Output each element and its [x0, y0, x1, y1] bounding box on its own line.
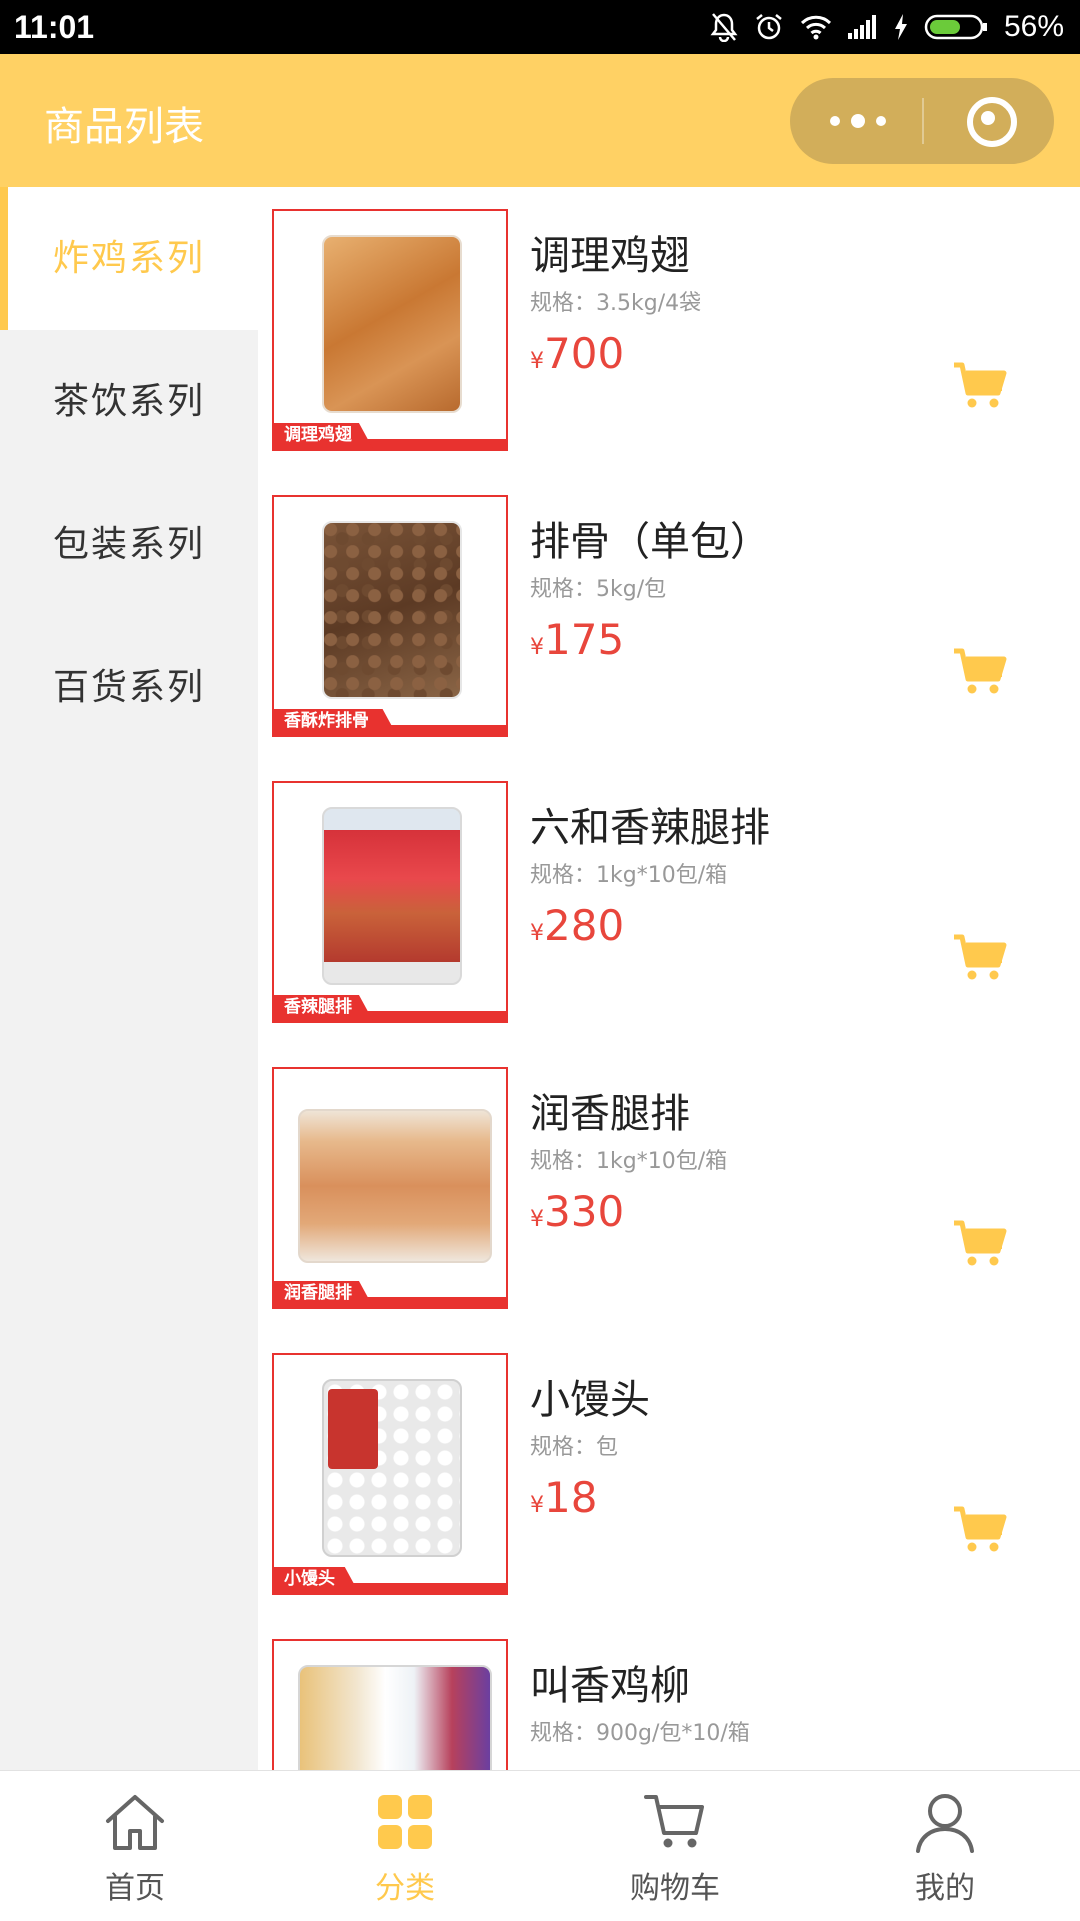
- tab-label: 购物车: [630, 1871, 720, 1906]
- tab-bar: 首页 分类 购物车 我的: [0, 1770, 1080, 1921]
- tab-label: 我的: [915, 1871, 975, 1906]
- currency-symbol: ¥: [530, 1493, 544, 1518]
- product-spec: 规格：5kg/包: [530, 577, 667, 602]
- product-tag: 香辣腿排: [284, 997, 352, 1017]
- tab-label: 首页: [105, 1871, 165, 1906]
- product-package-image: [298, 1109, 492, 1263]
- tab-category[interactable]: 分类: [270, 1771, 540, 1921]
- product-image[interactable]: [272, 1639, 508, 1770]
- home-icon: [106, 1795, 164, 1850]
- tab-profile[interactable]: 我的: [810, 1771, 1080, 1921]
- product-image[interactable]: 调理鸡翅: [272, 209, 508, 451]
- product-tag: 润香腿排: [284, 1283, 352, 1303]
- tab-cart[interactable]: 购物车: [540, 1771, 810, 1921]
- product-image[interactable]: 香酥炸排骨: [272, 495, 508, 737]
- cart-icon: [644, 1795, 704, 1848]
- price-value: 175: [544, 615, 625, 664]
- wifi-icon: [800, 15, 832, 40]
- target-dot: [981, 111, 995, 125]
- tab-label: 分类: [375, 1871, 435, 1906]
- sidebar-item-tea-drinks[interactable]: 茶饮系列: [0, 330, 258, 473]
- add-to-cart-icon[interactable]: [952, 647, 1008, 697]
- status-bar: 11:01 56%: [0, 0, 1080, 54]
- capsule-menu: [790, 78, 1054, 164]
- product-card[interactable]: 香辣腿排 六和香辣腿排 规格：1kg*10包/箱 ¥280: [258, 759, 1080, 1045]
- battery-icon: [924, 14, 987, 40]
- more-dot-icon: [851, 114, 865, 128]
- product-name[interactable]: 叫香鸡柳: [530, 1653, 690, 1711]
- currency-symbol: ¥: [530, 1207, 544, 1232]
- mute-bell-icon: [710, 13, 738, 42]
- add-to-cart-icon[interactable]: [952, 1219, 1008, 1269]
- product-image[interactable]: 小馒头: [272, 1353, 508, 1595]
- product-spec: 规格：3.5kg/4袋: [530, 291, 702, 316]
- category-sidebar: 炸鸡系列 茶饮系列 包装系列 百货系列: [0, 187, 258, 1770]
- category-icon: [378, 1795, 432, 1849]
- price-value: 280: [544, 901, 625, 950]
- product-package-image: [322, 235, 462, 413]
- more-button[interactable]: [790, 78, 922, 164]
- product-price: ¥330: [530, 1187, 624, 1236]
- product-name[interactable]: 六和香辣腿排: [530, 795, 770, 853]
- product-card[interactable]: 润香腿排 润香腿排 规格：1kg*10包/箱 ¥330: [258, 1045, 1080, 1331]
- product-name[interactable]: 调理鸡翅: [530, 223, 690, 281]
- product-label-image: [328, 1389, 378, 1469]
- add-to-cart-icon[interactable]: [952, 933, 1008, 983]
- product-name[interactable]: 排骨（单包）: [530, 509, 770, 567]
- product-spec: 规格：900g/包*10/箱: [530, 1721, 750, 1746]
- close-miniprogram-button[interactable]: [924, 78, 1054, 164]
- product-spec: 规格：包: [530, 1435, 619, 1460]
- product-name[interactable]: 小馒头: [530, 1367, 650, 1425]
- product-name[interactable]: 润香腿排: [530, 1081, 690, 1139]
- sidebar-item-fried-chicken[interactable]: 炸鸡系列: [0, 187, 258, 330]
- more-dot-icon: [830, 116, 840, 126]
- price-value: 330: [544, 1187, 625, 1236]
- product-card[interactable]: 调理鸡翅 调理鸡翅 规格：3.5kg/4袋 ¥700: [258, 187, 1080, 473]
- signal-icon: [847, 15, 876, 39]
- currency-symbol: ¥: [530, 635, 544, 660]
- product-tag: 小馒头: [284, 1569, 335, 1589]
- sidebar-item-general-goods[interactable]: 百货系列: [0, 616, 258, 759]
- product-card[interactable]: 小馒头 小馒头 规格：包 ¥18: [258, 1331, 1080, 1617]
- product-package-image: [322, 807, 462, 985]
- currency-symbol: ¥: [530, 921, 544, 946]
- page-title: 商品列表: [44, 104, 204, 150]
- product-image[interactable]: 香辣腿排: [272, 781, 508, 1023]
- price-value: 18: [544, 1473, 598, 1522]
- more-dot-icon: [876, 116, 886, 126]
- status-icons: 56%: [710, 10, 1064, 44]
- price-value: 700: [544, 329, 625, 378]
- product-package-image: [322, 521, 462, 699]
- product-tag: 香酥炸排骨: [284, 711, 369, 731]
- product-price: ¥18: [530, 1473, 597, 1522]
- battery-percent: 56%: [1003, 10, 1064, 43]
- sidebar-item-packaging[interactable]: 包装系列: [0, 473, 258, 616]
- product-card[interactable]: 香酥炸排骨 排骨（单包） 规格：5kg/包 ¥175: [258, 473, 1080, 759]
- product-package-image: [298, 1665, 492, 1770]
- navigation-bar: 商品列表: [0, 54, 1080, 187]
- status-time: 11:01: [14, 8, 95, 45]
- charging-icon: [894, 14, 907, 40]
- product-price: ¥700: [530, 329, 624, 378]
- product-tag: 调理鸡翅: [284, 425, 352, 445]
- product-spec: 规格：1kg*10包/箱: [530, 863, 728, 888]
- product-price: ¥175: [530, 615, 624, 664]
- user-icon: [916, 1794, 974, 1853]
- product-spec: 规格：1kg*10包/箱: [530, 1149, 728, 1174]
- currency-symbol: ¥: [530, 349, 544, 374]
- product-card[interactable]: 叫香鸡柳 规格：900g/包*10/箱: [258, 1617, 1080, 1770]
- product-price: ¥280: [530, 901, 624, 950]
- add-to-cart-icon[interactable]: [952, 361, 1008, 411]
- add-to-cart-icon[interactable]: [952, 1505, 1008, 1555]
- product-image[interactable]: 润香腿排: [272, 1067, 508, 1309]
- alarm-icon: [756, 14, 782, 40]
- tab-home[interactable]: 首页: [0, 1771, 270, 1921]
- product-list: 调理鸡翅 调理鸡翅 规格：3.5kg/4袋 ¥700 香酥炸排骨 排骨（单包） …: [258, 187, 1080, 1770]
